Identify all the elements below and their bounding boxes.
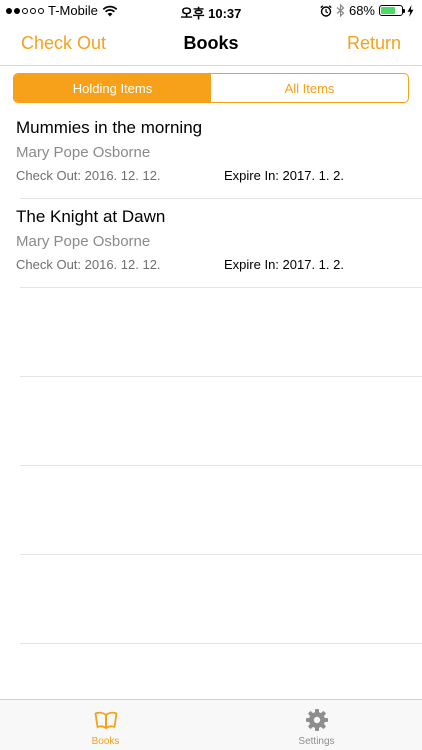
book-title: Mummies in the morning [16, 118, 203, 137]
book-icon [94, 711, 117, 729]
battery-level [381, 7, 395, 14]
status-bar: T-Mobile 오후 10:37 68% [0, 0, 422, 22]
empty-list-row [20, 555, 422, 644]
book-title: The Knight at Dawn [16, 207, 166, 226]
empty-list-row [20, 288, 422, 377]
expire-date: Expire In: 2017. 1. 2. [224, 257, 344, 272]
tab-settings[interactable]: Settings [211, 700, 422, 750]
tab-bar: Books Settings [0, 699, 422, 750]
segment-holding-items[interactable]: Holding Items [14, 74, 211, 102]
navigation-bar: Check Out Books Return [0, 22, 422, 66]
empty-list-row [20, 466, 422, 555]
gear-icon [305, 709, 328, 731]
battery-icon [379, 5, 405, 16]
book-author: Mary Pope Osborne [16, 144, 151, 161]
charging-bolt-icon [407, 4, 414, 17]
battery-percent: 68% [348, 3, 375, 18]
return-button[interactable]: Return [347, 33, 401, 54]
alarm-clock-icon [320, 4, 332, 17]
book-author: Mary Pope Osborne [16, 233, 151, 250]
tab-books-label: Books [91, 736, 120, 747]
empty-list-row [20, 377, 422, 466]
tab-settings-label: Settings [298, 736, 335, 747]
status-right: 68% [320, 3, 414, 18]
bluetooth-icon [336, 4, 345, 17]
check-out-date: Check Out: 2016. 12. 12. [16, 257, 161, 272]
list-item[interactable]: The Knight at Dawn Mary Pope Osborne Che… [16, 199, 422, 288]
segment-all-items[interactable]: All Items [211, 74, 408, 102]
list-item[interactable]: Mummies in the morning Mary Pope Osborne… [16, 110, 422, 199]
items-segmented-control: Holding Items All Items [13, 73, 409, 103]
tab-books[interactable]: Books [0, 700, 211, 750]
check-out-date: Check Out: 2016. 12. 12. [16, 168, 161, 183]
book-list: Mummies in the morning Mary Pope Osborne… [0, 110, 422, 644]
expire-date: Expire In: 2017. 1. 2. [224, 168, 344, 183]
